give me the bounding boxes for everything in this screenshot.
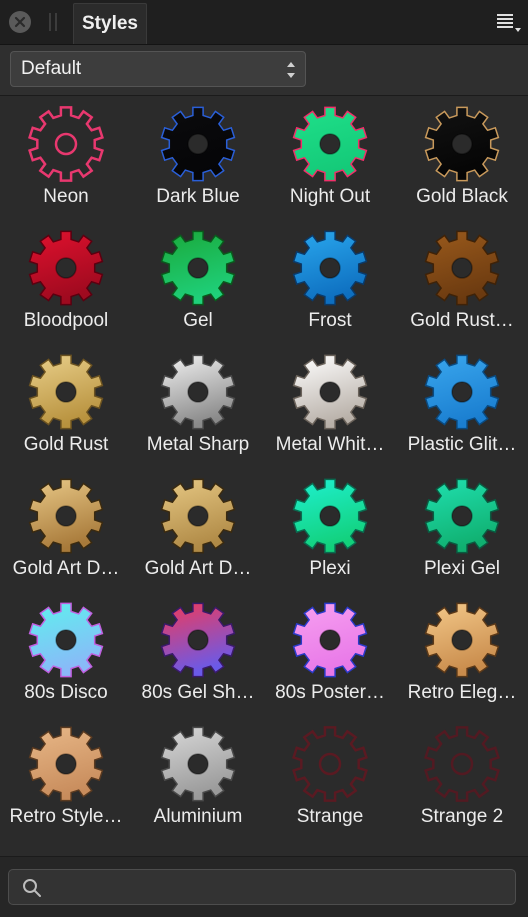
- gear-icon: [28, 726, 104, 802]
- gear-icon: [28, 354, 104, 430]
- gear-icon: [424, 726, 500, 802]
- style-item[interactable]: Neon: [0, 96, 132, 220]
- search-icon: [23, 879, 41, 897]
- style-item[interactable]: Plexi: [264, 468, 396, 592]
- gear-icon: [160, 354, 236, 430]
- style-item[interactable]: Gold Black: [396, 96, 528, 220]
- search-field[interactable]: [8, 869, 516, 905]
- gear-icon: [292, 478, 368, 554]
- gear-icon: [160, 726, 236, 802]
- style-label: Gel: [183, 310, 213, 331]
- style-item[interactable]: Plastic Glit…: [396, 344, 528, 468]
- style-label: 80s Gel Sh…: [141, 682, 255, 703]
- style-item[interactable]: Gel: [132, 220, 264, 344]
- style-item[interactable]: Aluminium: [132, 716, 264, 840]
- style-label: Gold Art D…: [12, 558, 120, 579]
- style-label: Strange 2: [420, 806, 504, 827]
- category-selected: Default: [21, 58, 82, 79]
- gear-icon: [28, 106, 104, 182]
- drag-grip-icon[interactable]: [49, 13, 57, 31]
- gear-icon: [424, 602, 500, 678]
- style-label: Metal Sharp: [146, 434, 250, 455]
- gear-icon: [292, 106, 368, 182]
- style-item[interactable]: Metal Sharp: [132, 344, 264, 468]
- style-item[interactable]: Strange: [264, 716, 396, 840]
- gear-icon: [160, 106, 236, 182]
- panel-menu-icon[interactable]: [496, 12, 522, 34]
- styles-grid: Neon Dark Blue Night Out Gold Black Bloodpoo…: [0, 96, 528, 856]
- style-label: Gold Rust…: [410, 310, 514, 331]
- style-item[interactable]: Gold Rust…: [396, 220, 528, 344]
- style-label: Gold Black: [416, 186, 508, 207]
- search-input[interactable]: [49, 874, 508, 902]
- gear-icon: [160, 230, 236, 306]
- style-item[interactable]: 80s Gel Sh…: [132, 592, 264, 716]
- style-item[interactable]: Plexi Gel: [396, 468, 528, 592]
- gear-icon: [28, 602, 104, 678]
- style-label: Plexi Gel: [423, 558, 501, 579]
- style-item[interactable]: Bloodpool: [0, 220, 132, 344]
- style-item[interactable]: 80s Poster…: [264, 592, 396, 716]
- style-item[interactable]: Night Out: [264, 96, 396, 220]
- style-item[interactable]: 80s Disco: [0, 592, 132, 716]
- gear-icon: [160, 478, 236, 554]
- gear-icon: [160, 602, 236, 678]
- style-label: Neon: [43, 186, 89, 207]
- style-label: Plastic Glit…: [407, 434, 517, 455]
- category-bar: Default: [0, 45, 528, 96]
- style-label: Retro Style…: [9, 806, 123, 827]
- chevron-updown-icon: [287, 62, 295, 78]
- gear-icon: [424, 354, 500, 430]
- gear-icon: [292, 230, 368, 306]
- style-item[interactable]: Gold Art D…: [132, 468, 264, 592]
- panel-titlebar: Styles: [0, 0, 528, 45]
- style-label: Night Out: [289, 186, 371, 207]
- style-label: Plexi: [309, 558, 351, 579]
- style-item[interactable]: Gold Rust: [0, 344, 132, 468]
- style-label: Dark Blue: [156, 186, 240, 207]
- gear-icon: [292, 354, 368, 430]
- style-label: Bloodpool: [23, 310, 109, 331]
- style-label: Retro Eleg…: [407, 682, 517, 703]
- style-item[interactable]: Dark Blue: [132, 96, 264, 220]
- style-label: Gold Rust: [23, 434, 109, 455]
- style-item[interactable]: Strange 2: [396, 716, 528, 840]
- style-label: Metal Whit…: [275, 434, 385, 455]
- style-item[interactable]: Frost: [264, 220, 396, 344]
- style-label: 80s Poster…: [275, 682, 385, 703]
- style-label: Frost: [308, 310, 352, 331]
- style-label: Strange: [296, 806, 364, 827]
- style-item[interactable]: Gold Art D…: [0, 468, 132, 592]
- style-label: Aluminium: [153, 806, 243, 827]
- gear-icon: [424, 478, 500, 554]
- close-icon[interactable]: [9, 11, 31, 33]
- gear-icon: [424, 230, 500, 306]
- category-dropdown[interactable]: Default: [10, 51, 306, 87]
- style-item[interactable]: Retro Eleg…: [396, 592, 528, 716]
- gear-icon: [28, 478, 104, 554]
- gear-icon: [292, 602, 368, 678]
- tab-styles[interactable]: Styles: [73, 3, 147, 44]
- style-item[interactable]: Retro Style…: [0, 716, 132, 840]
- search-bar: [0, 856, 528, 917]
- gear-icon: [292, 726, 368, 802]
- style-label: 80s Disco: [24, 682, 108, 703]
- style-item[interactable]: Metal Whit…: [264, 344, 396, 468]
- style-label: Gold Art D…: [144, 558, 252, 579]
- gear-icon: [424, 106, 500, 182]
- gear-icon: [28, 230, 104, 306]
